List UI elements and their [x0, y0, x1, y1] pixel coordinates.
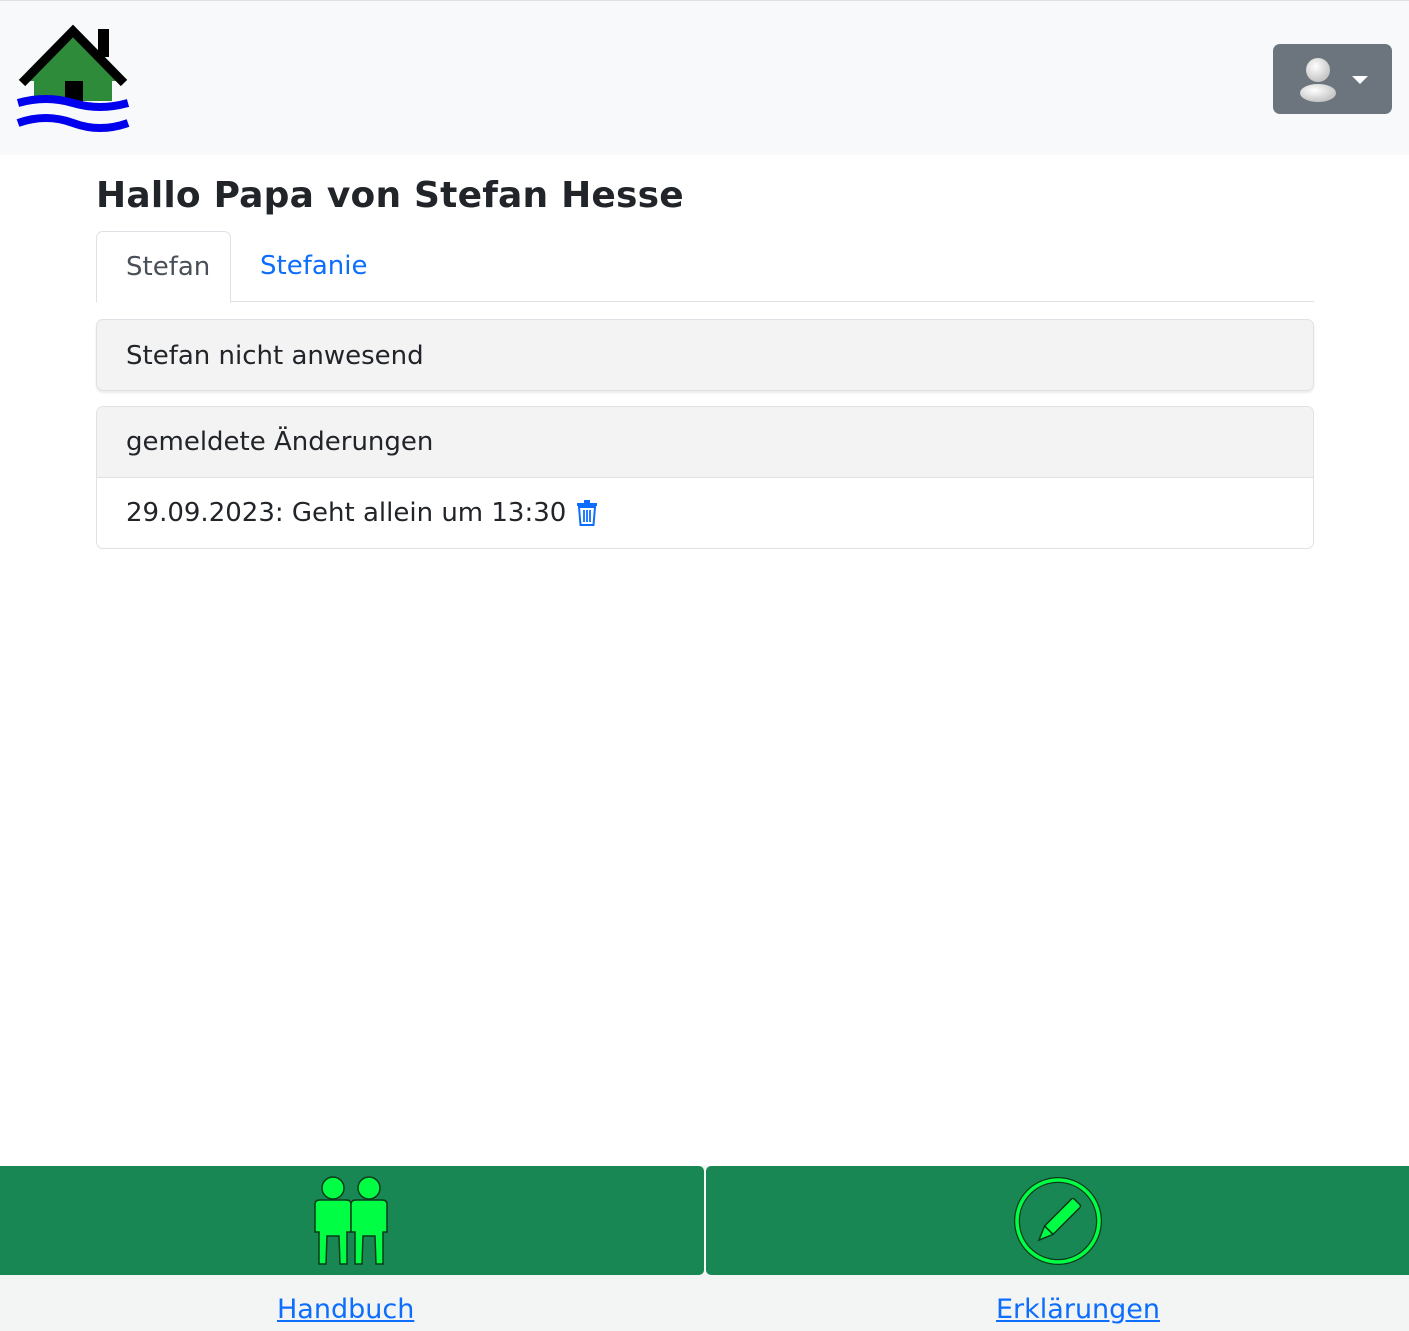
page-title: Hallo Papa von Stefan Hesse: [96, 175, 684, 216]
chevron-down-icon: [1351, 76, 1368, 84]
navbar: [0, 0, 1409, 155]
erklaerungen-button[interactable]: [706, 1166, 1409, 1275]
changes-card: gemeldete Änderungen 29.09.2023: Geht al…: [96, 406, 1314, 549]
trash-icon[interactable]: [576, 500, 598, 526]
child-tabs: Stefan Stefanie: [96, 231, 1314, 303]
changes-header: gemeldete Änderungen: [97, 407, 1313, 478]
change-text: 29.09.2023: Geht allein um 13:30: [126, 498, 567, 528]
tab-stefan[interactable]: Stefan: [96, 231, 231, 303]
erklaerungen-link[interactable]: Erklärungen: [996, 1294, 1160, 1325]
handbuch-link[interactable]: Handbuch: [277, 1294, 414, 1325]
pen-circle-icon: [1013, 1176, 1102, 1265]
user-avatar-icon: [1299, 58, 1336, 102]
people-icon: [314, 1175, 388, 1265]
user-menu-button[interactable]: [1273, 44, 1392, 114]
status-text: Stefan nicht anwesend: [126, 341, 424, 371]
footer: Handbuch Erklärungen: [0, 1166, 1409, 1331]
status-card: Stefan nicht anwesend: [96, 319, 1314, 391]
list-item: 29.09.2023: Geht allein um 13:30: [97, 478, 1313, 548]
tab-stefanie[interactable]: Stefanie: [231, 231, 396, 302]
house-flood-icon[interactable]: [16, 23, 130, 135]
main-content: Hallo Papa von Stefan Hesse Stefan Stefa…: [96, 155, 1314, 549]
handbuch-button[interactable]: [0, 1166, 704, 1275]
